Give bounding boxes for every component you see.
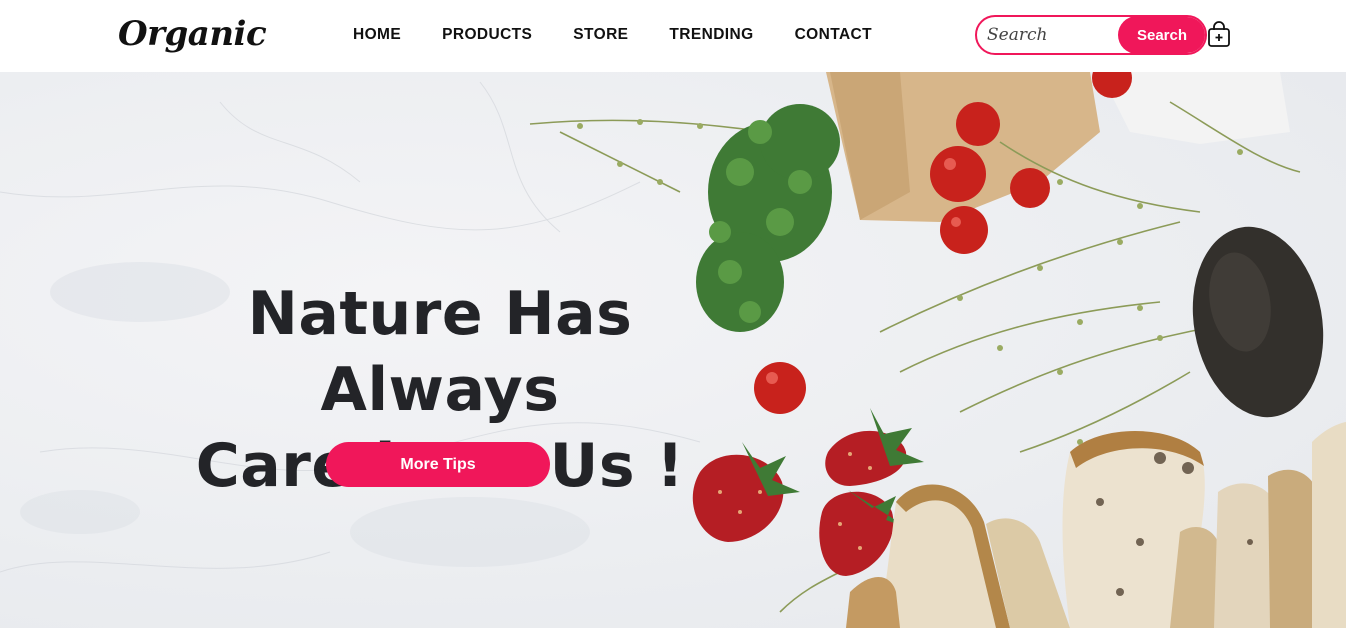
main-nav: HOME PRODUCTS STORE TRENDING CONTACT (353, 25, 913, 45)
hero-section: Nature Has Always Cared For Us ! More Ti… (0, 72, 1346, 628)
nav-item-store[interactable]: STORE (573, 25, 628, 45)
brand-logo[interactable]: Organic (118, 14, 267, 54)
nav-item-contact[interactable]: CONTACT (795, 25, 872, 45)
search-input[interactable] (977, 17, 1127, 53)
more-tips-button[interactable]: More Tips (326, 442, 550, 487)
site-header: Organic HOME PRODUCTS STORE TRENDING CON… (0, 0, 1346, 72)
search-button[interactable]: Search (1118, 17, 1205, 53)
shopping-bag-icon[interactable] (1207, 21, 1231, 48)
nav-item-home[interactable]: HOME (353, 25, 401, 45)
hero-title-line-1: Nature Has Always (247, 279, 633, 425)
search-bar: Search (975, 15, 1207, 55)
nav-item-products[interactable]: PRODUCTS (442, 25, 532, 45)
nav-item-trending[interactable]: TRENDING (669, 25, 753, 45)
